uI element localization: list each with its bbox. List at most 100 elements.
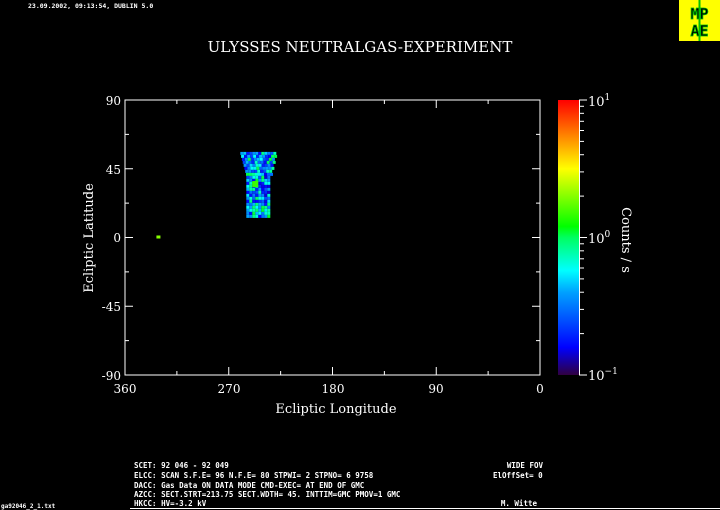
heatmap-cell [245,160,249,164]
heatmap-cell [259,154,263,158]
heatmap-cell [258,193,262,197]
heatmap-cell [258,175,262,179]
heatmap-cell [261,163,265,167]
heatmap-cell [249,214,253,218]
colorbar-tick-labels: 101 100 10−1 [588,93,618,384]
heatmap-cell [266,160,270,164]
heatmap-cell [252,196,256,200]
heatmap-cell [252,208,256,212]
colorbar-label-mid: 100 [588,230,611,247]
colorbar-label: Counts / s [618,207,633,273]
heatmap-cell [249,187,253,191]
heatmap-cell [262,154,266,158]
heatmap-cell [252,211,256,215]
heatmap-cell [258,199,262,203]
author-label: M. Witte [501,499,538,508]
heatmap-cell [264,184,268,188]
heatmap-cell [270,163,274,167]
heatmap-cell [265,157,269,161]
heatmap-cell [250,154,254,158]
axis-ticks [124,99,541,376]
heatmap-cell [255,193,259,197]
heatmap-cell [252,163,256,167]
heatmap-cell [269,160,273,164]
heatmap-cell [241,157,245,161]
azcc-line: AZCC: SECT.STRT=213.75 SECT.WDTH= 45. IN… [134,490,400,499]
heatmap-cell [253,157,257,161]
heatmap-cell [252,187,256,191]
heatmap-cell [249,205,253,209]
heatmap-cell [267,214,271,218]
x-tick-label: 180 [322,382,345,396]
heatmap-cell [258,163,262,167]
heatmap-cell [249,175,253,179]
x-tick-label: 90 [428,382,443,396]
heatmap-cell [267,193,271,197]
heatmap-cell [258,151,262,155]
heatmap-cell [246,178,250,182]
heatmap-cell [264,196,268,200]
heatmap-cell [259,166,263,170]
heatmap-cell [261,178,265,182]
heatmap-cell [261,214,265,218]
heatmap-cell [261,208,265,212]
y-tick-label: 45 [106,163,121,177]
heatmap-peak-cell [252,181,259,188]
heatmap-cell [261,196,265,200]
heatmap-cell [267,202,271,206]
heatmap-cell [270,151,274,155]
heatmap-cell [265,154,269,158]
heatmap-cell [273,151,277,155]
scet-line: SCET: 92 046 - 92 049 [134,461,229,470]
heatmap-cell [264,199,268,203]
heatmap-cell [252,205,256,209]
heatmap-cell [249,181,253,185]
heatmap-cell [261,175,265,179]
x-tick-labels: 360 270 180 90 0 [114,382,544,396]
heatmap-cell [267,190,271,194]
heatmap-cell [267,184,271,188]
heatmap-cell [260,160,264,164]
heatmap-cell [251,160,255,164]
heatmap-cell [261,202,265,206]
heatmap-cell [258,184,262,188]
mpae-logo: MP AE [679,0,720,41]
heatmap-cell [261,190,265,194]
heatmap-cell [246,196,250,200]
heatmap-cell [263,160,267,164]
heatmap-cell [261,205,265,209]
heatmap-cell [249,202,253,206]
info-block: SCET: 92 046 - 92 049 WIDE FOV ELCC: SCA… [134,461,543,508]
heatmap-cell [254,169,258,173]
heatmap-cell [259,157,263,161]
heatmap-cell [258,190,262,194]
heatmap-cell [267,172,270,176]
heatmap-cell [271,157,275,161]
heatmap-cell [247,157,251,161]
heatmap-cell [267,181,271,185]
heatmap-cell [270,172,273,176]
heatmap-cell [266,169,270,173]
heatmap-cell [246,163,250,167]
heatmap-cell [244,154,248,158]
heatmap-cell [245,169,249,173]
eloffset-label: ElOffSet= 0 [493,471,543,480]
dacc-line: DACC: Gas Data ON DATA MODE CMD-EXEC= AT… [134,481,364,490]
heatmap-cell [246,199,250,203]
fov-label: WIDE FOV [507,461,544,470]
colorbar-label-min: 10−1 [588,367,618,384]
heatmap-cell [258,214,262,218]
heatmap-cell [256,157,260,161]
heatmap-cell [267,208,271,212]
heatmap-cell [260,169,264,173]
heatmap-cell [267,187,271,191]
heatmap-cell [255,187,259,191]
heatmap-cell [264,211,268,215]
heatmap-cell [246,214,250,218]
y-tick-label: 0 [113,231,121,245]
heatmap-cell [265,166,269,170]
heatmap-cell [241,154,245,158]
heatmap-cell [246,208,250,212]
heatmap-cell [258,178,262,182]
heatmap-cell [274,154,278,158]
